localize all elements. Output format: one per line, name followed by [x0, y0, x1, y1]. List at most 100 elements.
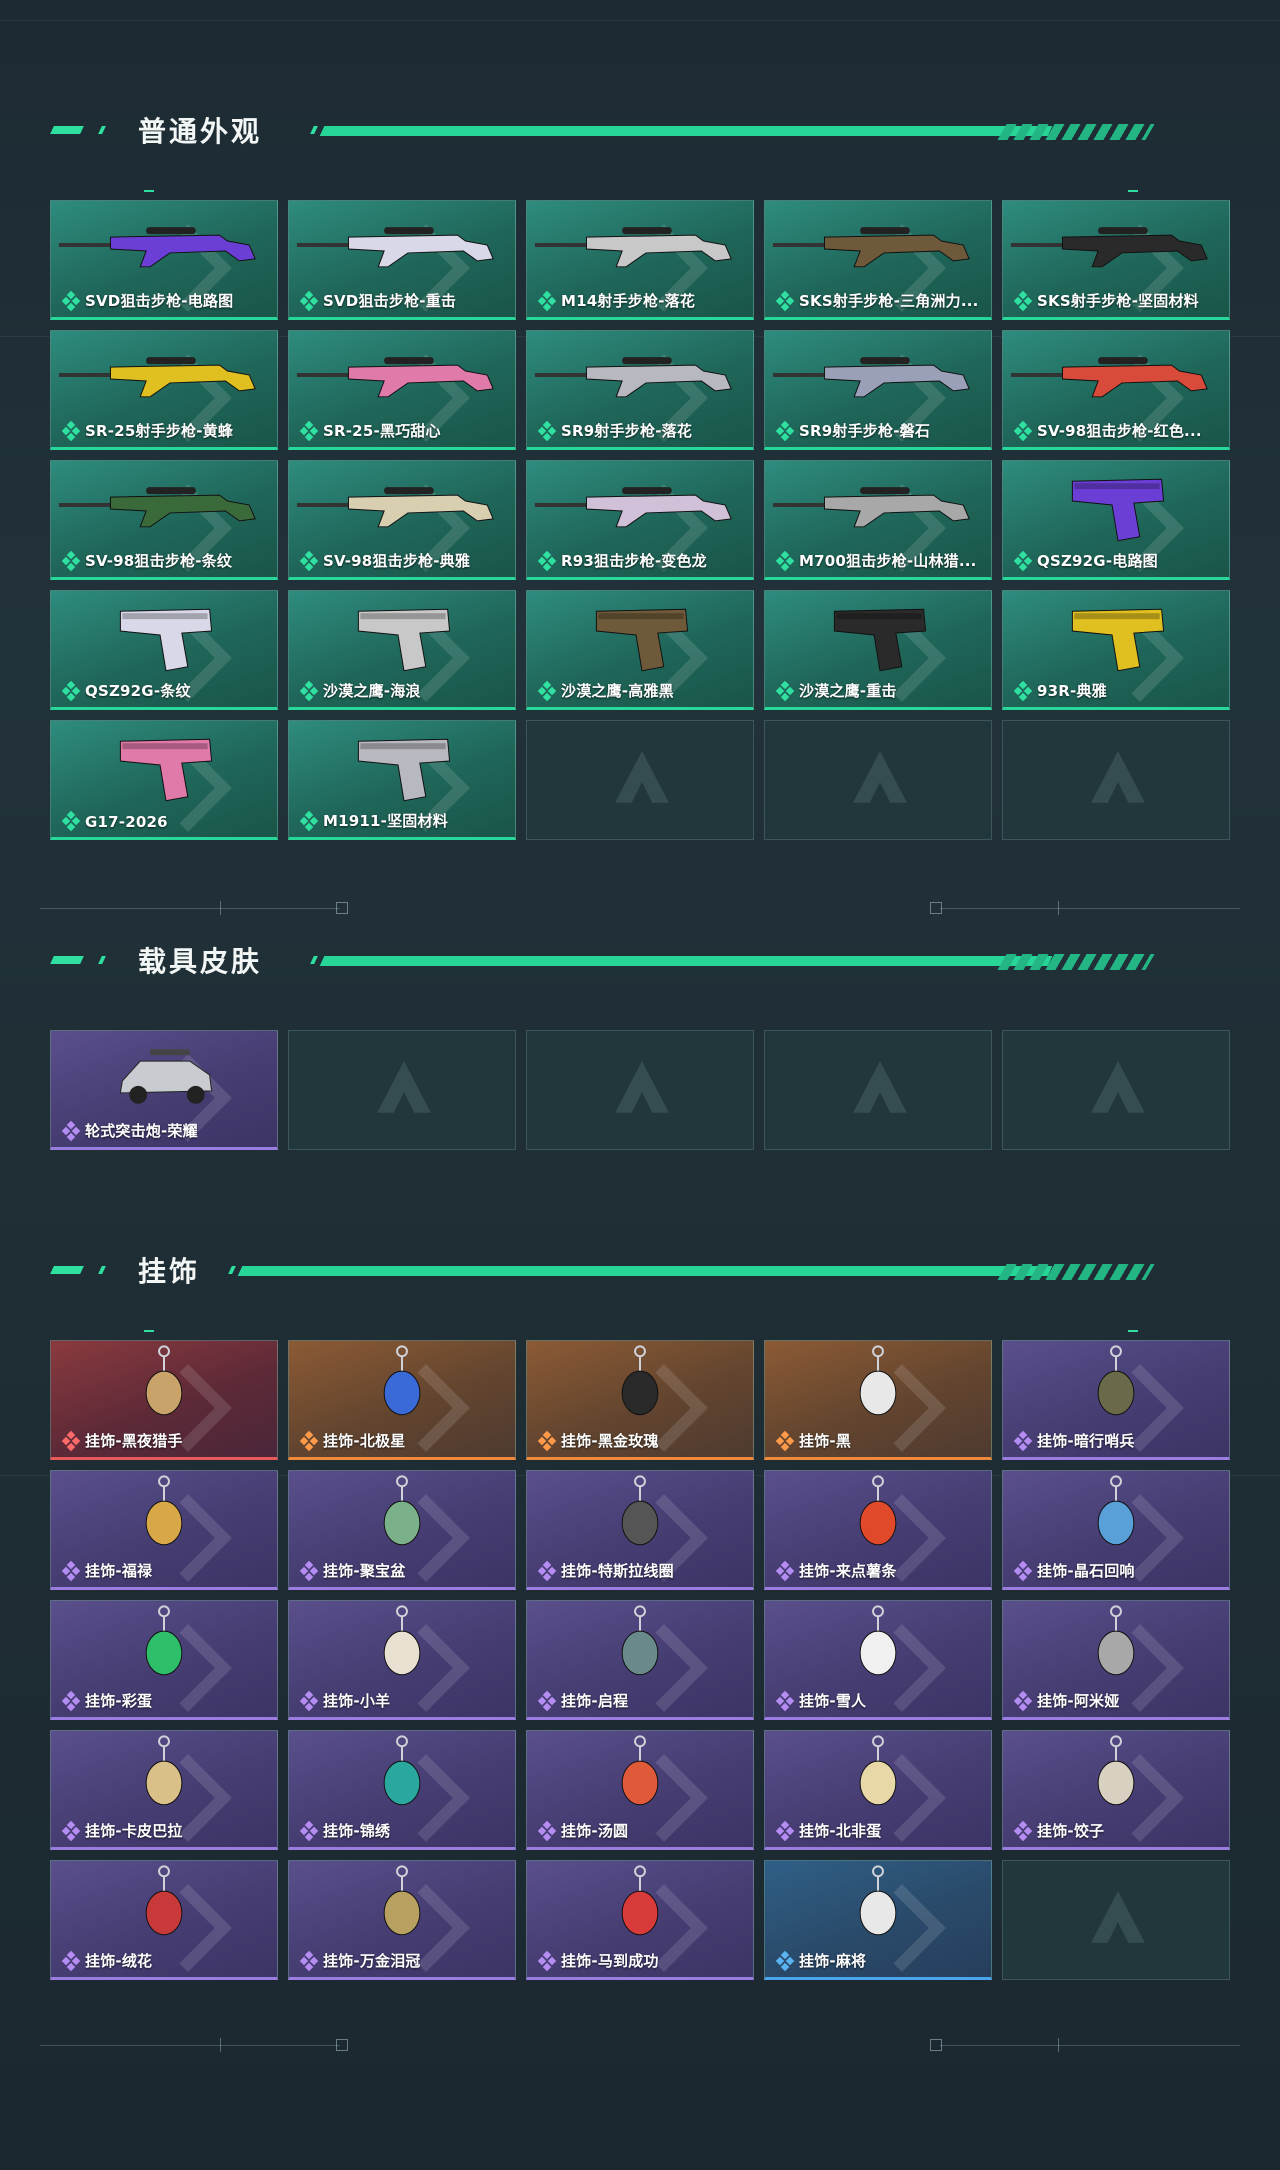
header-accent-dash [98, 1266, 106, 1274]
rarity-diamond-icon [61, 1820, 81, 1842]
charm-card[interactable]: 挂饰-黑 [764, 1340, 992, 1460]
pistol-icon [119, 738, 213, 802]
charm-card[interactable]: 挂饰-锦绣 [288, 1730, 516, 1850]
rarity-diamond-icon [775, 1560, 795, 1582]
charm-label: 挂饰-绒花 [85, 1952, 153, 1970]
rarity-diamond-icon [775, 1690, 795, 1712]
charm-card[interactable]: 挂饰-彩蛋 [50, 1600, 278, 1720]
charm-card[interactable]: 挂饰-晶石回响 [1002, 1470, 1230, 1590]
charm-card[interactable]: 挂饰-黑夜猎手 [50, 1340, 278, 1460]
weapon-skin-label: 93R-典雅 [1037, 682, 1107, 700]
rarity-diamond-icon [537, 1690, 557, 1712]
weapon-skin-card[interactable]: SVD狙击步枪-重击 [288, 200, 516, 320]
weapon-skin-card[interactable]: M14射手步枪-落花 [526, 200, 754, 320]
rarity-diamond-icon [61, 680, 81, 702]
header-tick [144, 1330, 154, 1332]
weapon-skin-card[interactable]: SV-98狙击步枪-典雅 [288, 460, 516, 580]
weapon-skin-label: SR9射手步枪-落花 [561, 422, 693, 440]
pistol-icon [595, 608, 689, 672]
charm-card[interactable]: 挂饰-北非蛋 [764, 1730, 992, 1850]
section-header-charms: 挂饰 [50, 1248, 1200, 1288]
charm-icon [859, 1345, 897, 1416]
rarity-diamond-icon [299, 1950, 319, 1972]
charm-icon [383, 1865, 421, 1936]
rarity-diamond-icon [299, 1560, 319, 1582]
weapon-skin-label: SR-25-黑巧甜心 [323, 422, 441, 440]
charm-card[interactable]: 挂饰-汤圆 [526, 1730, 754, 1850]
charm-card[interactable]: 挂饰-暗行哨兵 [1002, 1340, 1230, 1460]
rarity-diamond-icon [61, 550, 81, 572]
weapon-skin-card[interactable]: SR-25-黑巧甜心 [288, 330, 516, 450]
empty-slot-logo-icon [853, 1061, 907, 1113]
weapon-skin-card[interactable]: SV-98狙击步枪-条纹 [50, 460, 278, 580]
weapon-skin-card[interactable]: SKS射手步枪-坚固材料 [1002, 200, 1230, 320]
charm-card[interactable]: 挂饰-启程 [526, 1600, 754, 1720]
header-checker-pattern [997, 124, 1155, 140]
weapon-skin-card[interactable]: SKS射手步枪-三角洲力... [764, 200, 992, 320]
background-stripe [0, 20, 1280, 21]
weapon-skin-card[interactable]: M1911-坚固材料 [288, 720, 516, 840]
charm-label: 挂饰-北非蛋 [799, 1822, 882, 1840]
rarity-diamond-icon [61, 1690, 81, 1712]
rifle-icon [772, 357, 970, 398]
charm-card[interactable]: 挂饰-绒花 [50, 1860, 278, 1980]
weapon-skin-card[interactable]: G17-2026 [50, 720, 278, 840]
weapon-skin-card[interactable]: SR9射手步枪-落花 [526, 330, 754, 450]
charm-card[interactable]: 挂饰-聚宝盆 [288, 1470, 516, 1590]
rifle-icon [772, 487, 970, 528]
weapon-skin-card[interactable]: 93R-典雅 [1002, 590, 1230, 710]
charm-label: 挂饰-福禄 [85, 1562, 153, 1580]
empty-slot [526, 720, 754, 840]
weapon-skin-card[interactable]: SV-98狙击步枪-红色... [1002, 330, 1230, 450]
vehicle-skin-card[interactable]: 轮式突击炮-荣耀 [50, 1030, 278, 1150]
charm-card[interactable]: 挂饰-麻将 [764, 1860, 992, 1980]
weapon-skin-card[interactable]: SR9射手步枪-磐石 [764, 330, 992, 450]
pistol-icon [1071, 608, 1165, 672]
weapon-skin-card[interactable]: SVD狙击步枪-电路图 [50, 200, 278, 320]
rifle-icon [534, 227, 732, 268]
rarity-diamond-icon [61, 290, 81, 312]
charm-label: 挂饰-麻将 [799, 1952, 867, 1970]
charm-card[interactable]: 挂饰-福禄 [50, 1470, 278, 1590]
rarity-diamond-icon [299, 680, 319, 702]
charm-card[interactable]: 挂饰-饺子 [1002, 1730, 1230, 1850]
weapon-skin-card[interactable]: M700狙击步枪-山林猎... [764, 460, 992, 580]
rarity-diamond-icon [537, 290, 557, 312]
charm-label: 挂饰-汤圆 [561, 1822, 629, 1840]
frame-corner-box [336, 2039, 348, 2051]
header-accent-dash [50, 126, 84, 134]
weapon-skin-card[interactable]: 沙漠之鹰-海浪 [288, 590, 516, 710]
weapon-skin-card[interactable]: 沙漠之鹰-重击 [764, 590, 992, 710]
charm-card[interactable]: 挂饰-万金泪冠 [288, 1860, 516, 1980]
charm-card[interactable]: 挂饰-来点薯条 [764, 1470, 992, 1590]
charm-card[interactable]: 挂饰-小羊 [288, 1600, 516, 1720]
rarity-diamond-icon [775, 290, 795, 312]
charm-card[interactable]: 挂饰-雪人 [764, 1600, 992, 1720]
charm-card[interactable]: 挂饰-黑金玫瑰 [526, 1340, 754, 1460]
charm-card[interactable]: 挂饰-特斯拉线圈 [526, 1470, 754, 1590]
rifle-icon [58, 357, 256, 398]
charm-card[interactable]: 挂饰-卡皮巴拉 [50, 1730, 278, 1850]
pistol-icon [1071, 478, 1165, 542]
weapon-skin-card[interactable]: 沙漠之鹰-高雅黑 [526, 590, 754, 710]
charm-card[interactable]: 挂饰-马到成功 [526, 1860, 754, 1980]
charm-icon [145, 1605, 183, 1676]
weapon-skin-card[interactable]: R93狙击步枪-变色龙 [526, 460, 754, 580]
header-progress-bar [237, 1266, 1053, 1276]
frame-divider-line [40, 2045, 340, 2046]
rarity-diamond-icon [537, 1430, 557, 1452]
charm-label: 挂饰-黑金玫瑰 [561, 1432, 659, 1450]
charm-icon [859, 1865, 897, 1936]
charm-icon [145, 1865, 183, 1936]
rifle-icon [296, 357, 494, 398]
empty-slot [1002, 1860, 1230, 1980]
charm-card[interactable]: 挂饰-北极星 [288, 1340, 516, 1460]
pistol-icon [833, 608, 927, 672]
weapon-skin-card[interactable]: SR-25射手步枪-黄蜂 [50, 330, 278, 450]
charm-card[interactable]: 挂饰-阿米娅 [1002, 1600, 1230, 1720]
weapon-skin-label: SVD狙击步枪-电路图 [85, 292, 234, 310]
weapon-skin-card[interactable]: QSZ92G-条纹 [50, 590, 278, 710]
charm-label: 挂饰-雪人 [799, 1692, 867, 1710]
weapon-skin-card[interactable]: QSZ92G-电路图 [1002, 460, 1230, 580]
header-accent-dash [228, 1266, 236, 1274]
